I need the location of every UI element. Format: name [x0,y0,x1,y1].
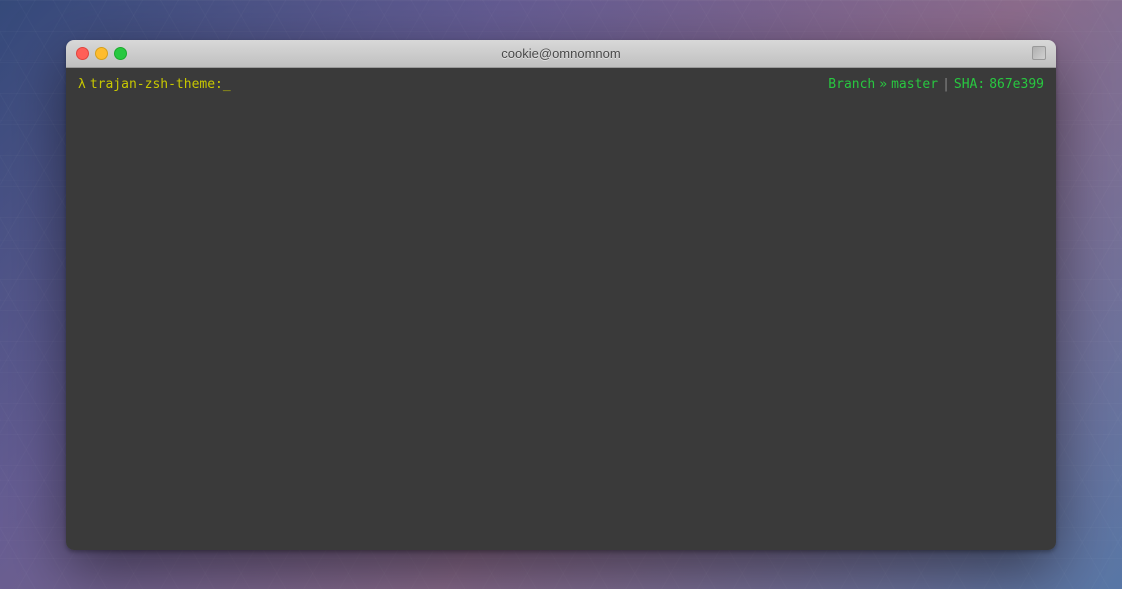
traffic-lights [76,47,127,60]
window-title: cookie@omnomnom [501,46,620,61]
close-button[interactable] [76,47,89,60]
git-info: Branch » master | SHA: 867e399 [828,76,1044,94]
terminal-prompt-line: λ trajan-zsh-theme: _ Branch » master | … [78,76,1044,94]
git-sha-label: SHA: [954,76,985,94]
git-sha-value: 867e399 [989,76,1044,94]
prompt-lambda: λ [78,76,86,94]
terminal-window: cookie@omnomnom λ trajan-zsh-theme: _ Br… [66,40,1056,550]
git-separator: | [942,76,950,94]
minimize-button[interactable] [95,47,108,60]
resize-button[interactable] [1032,46,1046,60]
git-branch-name: master [891,76,938,94]
git-arrow: » [879,76,887,94]
maximize-button[interactable] [114,47,127,60]
prompt-left: λ trajan-zsh-theme: _ [78,76,231,94]
title-bar: cookie@omnomnom [66,40,1056,68]
prompt-path: trajan-zsh-theme: [90,76,223,94]
terminal-body[interactable]: λ trajan-zsh-theme: _ Branch » master | … [66,68,1056,550]
terminal-content[interactable] [78,94,1044,542]
prompt-cursor: _ [223,76,231,94]
git-branch-label: Branch [828,76,875,94]
